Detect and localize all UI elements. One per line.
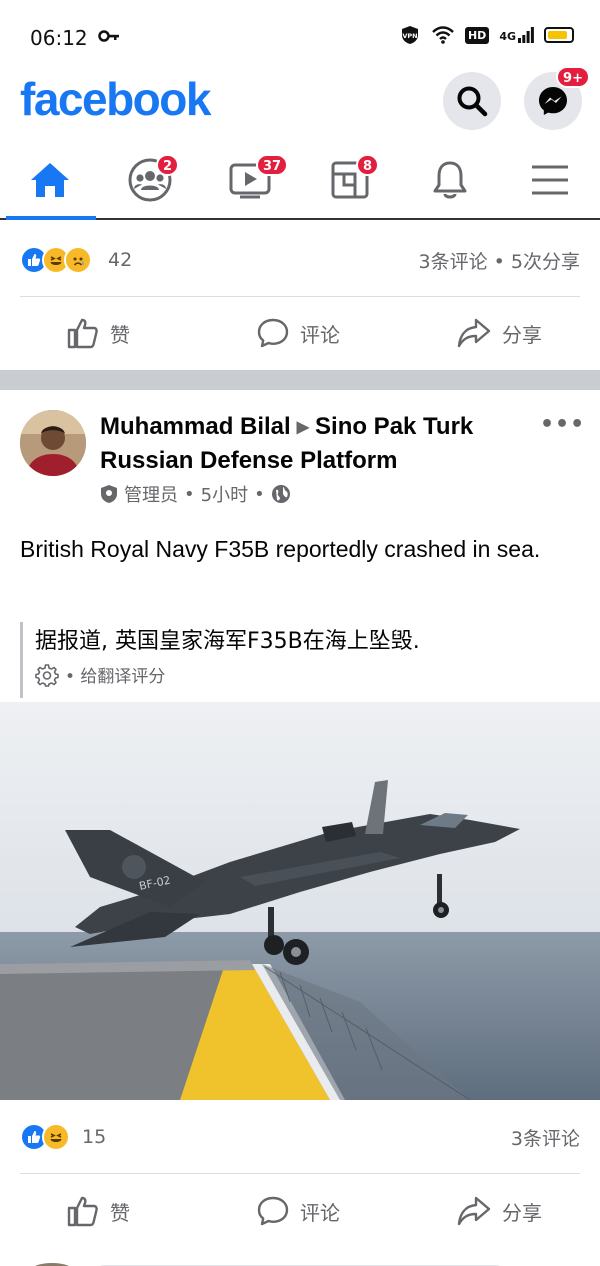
post-meta: 管理员 • 5小时 • bbox=[100, 480, 291, 508]
author-name[interactable]: Muhammad Bilal bbox=[100, 413, 291, 440]
tab-pages[interactable]: 8 bbox=[300, 140, 400, 220]
share-label: 分享 bbox=[502, 322, 542, 347]
tab-watch[interactable]: 37 bbox=[200, 140, 300, 220]
share-icon bbox=[457, 1196, 491, 1226]
messenger-button[interactable]: 9+ bbox=[524, 66, 590, 130]
reaction-count: 15 bbox=[82, 1126, 107, 1148]
comments-count[interactable]: 3条评论 bbox=[511, 1124, 580, 1151]
globe-icon bbox=[271, 485, 290, 503]
search-icon bbox=[457, 86, 488, 117]
post-text: British Royal Navy F35B reportedly crash… bbox=[20, 536, 541, 562]
signal-indicator: 4G bbox=[499, 27, 534, 43]
share-label: 分享 bbox=[502, 1200, 542, 1225]
post-reactions[interactable]: 15 3条评论 bbox=[0, 1107, 600, 1167]
vpn-label: VPN bbox=[402, 32, 417, 40]
reaction-icons bbox=[20, 246, 92, 274]
comment-button[interactable]: 评论 bbox=[256, 1176, 340, 1246]
share-button[interactable]: 分享 bbox=[456, 298, 542, 368]
like-label: 赞 bbox=[110, 1200, 130, 1225]
like-button[interactable]: 赞 bbox=[66, 298, 130, 368]
post-time[interactable]: 5小时 bbox=[201, 481, 248, 507]
rate-translation-label: • 给翻译评分 bbox=[65, 667, 166, 687]
tab-home[interactable] bbox=[0, 140, 100, 220]
translation-block: 据报道, 英国皇家海军F35B在海上坠毁. • 给翻译评分 bbox=[20, 622, 580, 698]
network-label: 4G bbox=[499, 30, 516, 43]
prev-post-reactions[interactable]: 42 3条评论 • 5次分享 bbox=[0, 230, 600, 290]
feed-separator bbox=[0, 370, 600, 390]
admin-role: 管理员 bbox=[124, 485, 178, 506]
more-options-button[interactable]: ••• bbox=[540, 412, 585, 437]
menu-icon bbox=[532, 165, 568, 195]
post-actions: 赞 评论 分享 bbox=[0, 1176, 600, 1246]
pages-badge: 8 bbox=[356, 154, 380, 176]
arrow-right-icon: ▶ bbox=[296, 419, 310, 437]
comment-label: 评论 bbox=[300, 322, 340, 347]
messenger-icon bbox=[539, 87, 567, 115]
tab-menu[interactable] bbox=[500, 140, 600, 220]
thumbs-up-icon bbox=[67, 1196, 98, 1227]
messenger-badge: 9+ bbox=[556, 66, 590, 88]
comment-icon bbox=[257, 1196, 289, 1226]
divider bbox=[20, 1173, 580, 1174]
sad-reaction-icon bbox=[64, 246, 92, 274]
status-icons: VPN HD 4G bbox=[399, 24, 574, 46]
next-post-peek bbox=[0, 1256, 600, 1266]
divider bbox=[20, 296, 580, 297]
active-tab-indicator bbox=[6, 216, 96, 220]
meta-separator: • bbox=[254, 483, 265, 505]
tab-bar: 2 37 8 bbox=[0, 140, 600, 220]
groups-badge: 2 bbox=[156, 154, 180, 176]
app-header: facebook 9+ bbox=[0, 66, 600, 130]
like-label: 赞 bbox=[110, 322, 130, 347]
reaction-count: 42 bbox=[108, 249, 133, 271]
settings-gear-icon bbox=[35, 663, 59, 687]
prev-post-actions: 赞 评论 分享 bbox=[0, 298, 600, 368]
comment-icon bbox=[257, 318, 289, 348]
vpn-icon: VPN bbox=[401, 26, 418, 44]
signal-icon bbox=[518, 27, 534, 43]
reaction-icons bbox=[20, 1123, 70, 1151]
translation-text: 据报道, 英国皇家海军F35B在海上坠毁. bbox=[35, 629, 420, 654]
meta-separator: • bbox=[184, 483, 195, 505]
admin-shield-icon bbox=[101, 485, 117, 503]
battery-icon bbox=[544, 27, 574, 43]
battery-fill bbox=[548, 31, 567, 39]
thumbs-up-icon bbox=[67, 318, 98, 349]
watch-badge: 37 bbox=[256, 154, 289, 176]
home-icon bbox=[31, 163, 69, 197]
rate-translation-link[interactable]: • 给翻译评分 bbox=[35, 662, 580, 687]
tab-notifications[interactable] bbox=[400, 140, 500, 220]
haha-reaction-icon bbox=[42, 1123, 70, 1151]
status-time: 06:12 bbox=[30, 26, 88, 50]
post-author-line: Muhammad Bilal ▶ Sino Pak Turk Russian Def… bbox=[100, 410, 540, 477]
share-button[interactable]: 分享 bbox=[456, 1176, 542, 1246]
tab-groups[interactable]: 2 bbox=[100, 140, 200, 220]
status-bar: 06:12 VPN HD 4G bbox=[0, 0, 600, 72]
author-avatar[interactable] bbox=[20, 410, 86, 476]
facebook-logo[interactable]: facebook bbox=[20, 72, 211, 126]
comments-shares-count[interactable]: 3条评论 • 5次分享 bbox=[419, 247, 580, 274]
comment-label: 评论 bbox=[300, 1200, 340, 1225]
comment-button[interactable]: 评论 bbox=[256, 298, 340, 368]
share-icon bbox=[457, 318, 491, 348]
search-button[interactable] bbox=[443, 72, 501, 130]
wifi-icon bbox=[432, 26, 454, 44]
bell-icon bbox=[433, 161, 467, 199]
like-button[interactable]: 赞 bbox=[66, 1176, 130, 1246]
post-image[interactable]: BF-02 bbox=[0, 702, 600, 1100]
hd-badge: HD bbox=[464, 26, 490, 44]
key-icon bbox=[98, 30, 119, 42]
